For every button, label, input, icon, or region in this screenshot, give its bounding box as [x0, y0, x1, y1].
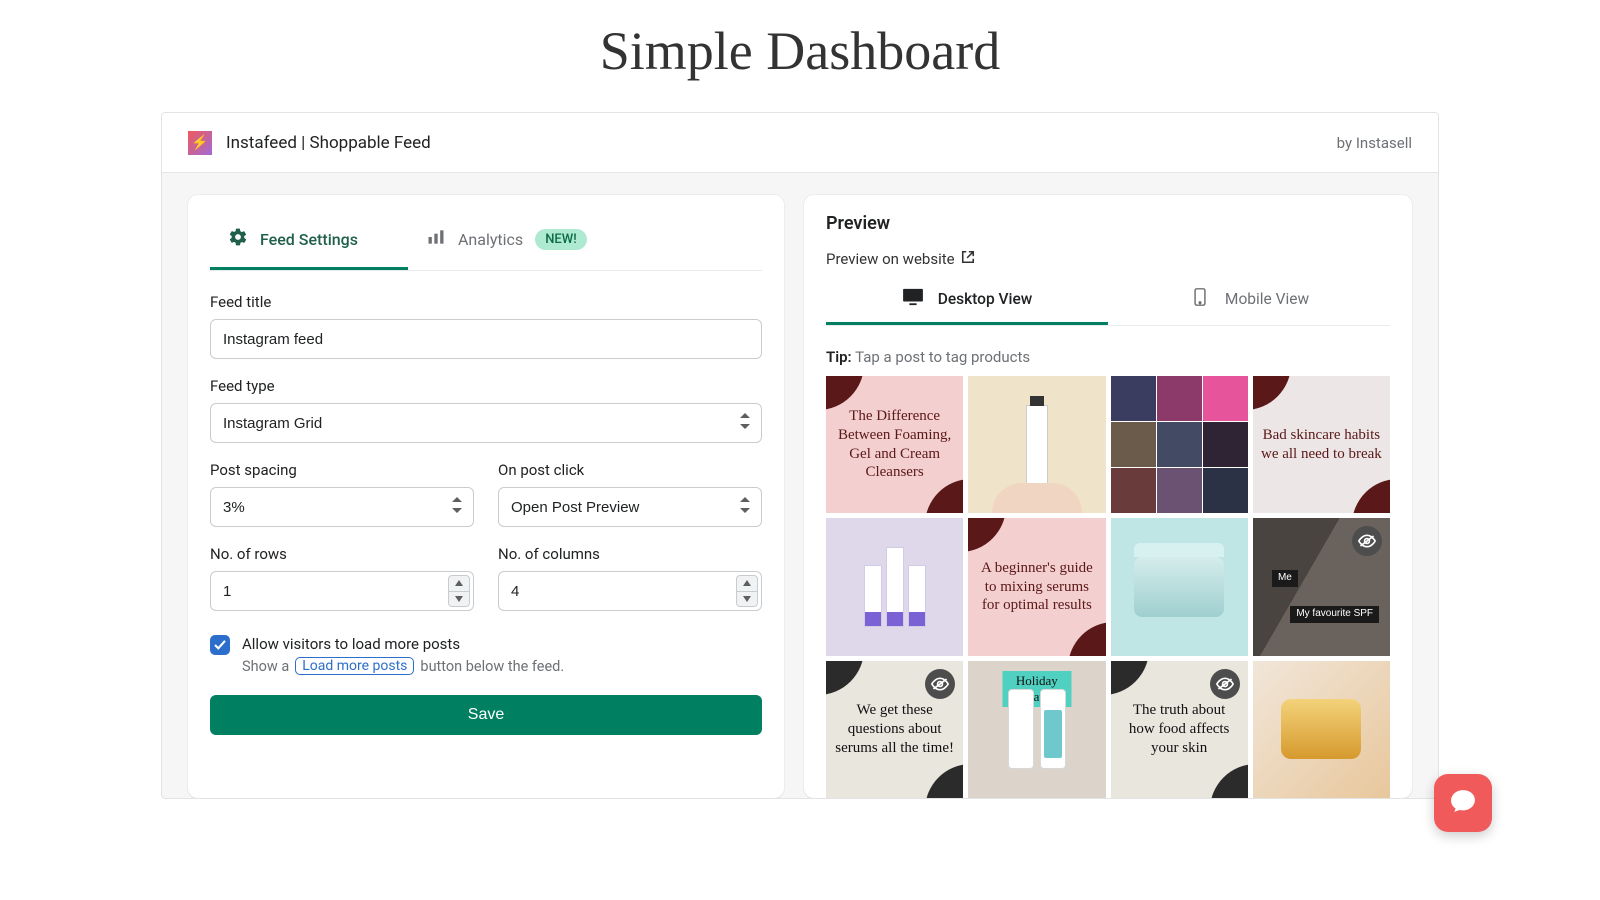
tab-desktop-view[interactable]: Desktop View: [826, 282, 1108, 325]
label-rows: No. of rows: [210, 545, 474, 563]
preview-tile[interactable]: [968, 376, 1105, 513]
load-more-inline-button: Load more posts: [295, 657, 414, 675]
app-name: Instafeed | Shoppable Feed: [226, 133, 431, 153]
cols-step-down[interactable]: [736, 592, 758, 608]
preview-tile[interactable]: [1111, 376, 1248, 513]
preview-tile[interactable]: The Difference Between Foaming, Gel and …: [826, 376, 963, 513]
tab-mobile-view[interactable]: Mobile View: [1108, 282, 1390, 325]
preview-tile[interactable]: MeMy favourite SPF: [1253, 518, 1390, 655]
app-frame: ⚡ Instafeed | Shoppable Feed by Instasel…: [161, 112, 1439, 799]
chat-fab[interactable]: [1434, 774, 1492, 832]
app-author: by Instasell: [1337, 134, 1412, 152]
preview-grid: The Difference Between Foaming, Gel and …: [826, 376, 1390, 798]
preview-tile[interactable]: Bad skincare habits we all need to break: [1253, 376, 1390, 513]
load-more-help: Show a Load more posts button below the …: [242, 657, 564, 675]
preview-tile[interactable]: Holiday Giveaway!: [968, 661, 1105, 798]
tab-analytics-label: Analytics: [458, 230, 523, 249]
label-cols: No. of columns: [498, 545, 762, 563]
page-title: Simple Dashboard: [0, 0, 1600, 112]
feed-type-select[interactable]: [210, 403, 762, 443]
preview-tile[interactable]: [1253, 661, 1390, 798]
save-button[interactable]: Save: [210, 695, 762, 735]
tab-feed-settings-label: Feed Settings: [260, 230, 358, 249]
rows-step-down[interactable]: [448, 592, 470, 608]
tab-analytics[interactable]: Analytics NEW!: [408, 213, 637, 270]
preview-tile[interactable]: [826, 518, 963, 655]
label-on-post-click: On post click: [498, 461, 762, 479]
load-more-checkbox[interactable]: [210, 635, 230, 655]
bar-chart-icon: [426, 227, 446, 251]
label-post-spacing: Post spacing: [210, 461, 474, 479]
tab-feed-settings[interactable]: Feed Settings: [210, 213, 408, 270]
mobile-icon: [1189, 288, 1211, 310]
preview-tile[interactable]: The truth about how food affects your sk…: [1111, 661, 1248, 798]
preview-on-website-link[interactable]: Preview on website: [826, 250, 1390, 268]
gear-icon: [228, 227, 248, 251]
desktop-icon: [902, 288, 924, 310]
settings-card: Feed Settings Analytics NEW! Feed title …: [188, 195, 784, 798]
rows-input[interactable]: [210, 571, 474, 611]
label-feed-title: Feed title: [210, 293, 762, 311]
cols-input[interactable]: [498, 571, 762, 611]
hidden-icon: [1210, 669, 1240, 699]
post-spacing-select[interactable]: [210, 487, 474, 527]
app-logo-icon: ⚡: [188, 131, 212, 155]
hidden-icon: [925, 669, 955, 699]
topbar: ⚡ Instafeed | Shoppable Feed by Instasel…: [162, 113, 1438, 173]
preview-view-tabs: Desktop View Mobile View: [826, 282, 1390, 326]
chat-icon: [1450, 789, 1476, 817]
new-badge: NEW!: [535, 229, 586, 250]
preview-tip: Tip: Tap a post to tag products: [826, 348, 1390, 366]
preview-tile[interactable]: We get these questions about serums all …: [826, 661, 963, 798]
preview-tile[interactable]: [1111, 518, 1248, 655]
on-post-click-select[interactable]: [498, 487, 762, 527]
load-more-label: Allow visitors to load more posts: [242, 635, 564, 653]
preview-title: Preview: [826, 213, 1390, 234]
rows-step-up[interactable]: [448, 575, 470, 592]
settings-tabs: Feed Settings Analytics NEW!: [210, 213, 762, 271]
label-feed-type: Feed type: [210, 377, 762, 395]
cols-step-up[interactable]: [736, 575, 758, 592]
external-link-icon: [961, 250, 975, 268]
preview-tile[interactable]: A beginner's guide to mixing serums for …: [968, 518, 1105, 655]
preview-card: Preview Preview on website Desktop View: [804, 195, 1412, 798]
feed-title-input[interactable]: [210, 319, 762, 359]
